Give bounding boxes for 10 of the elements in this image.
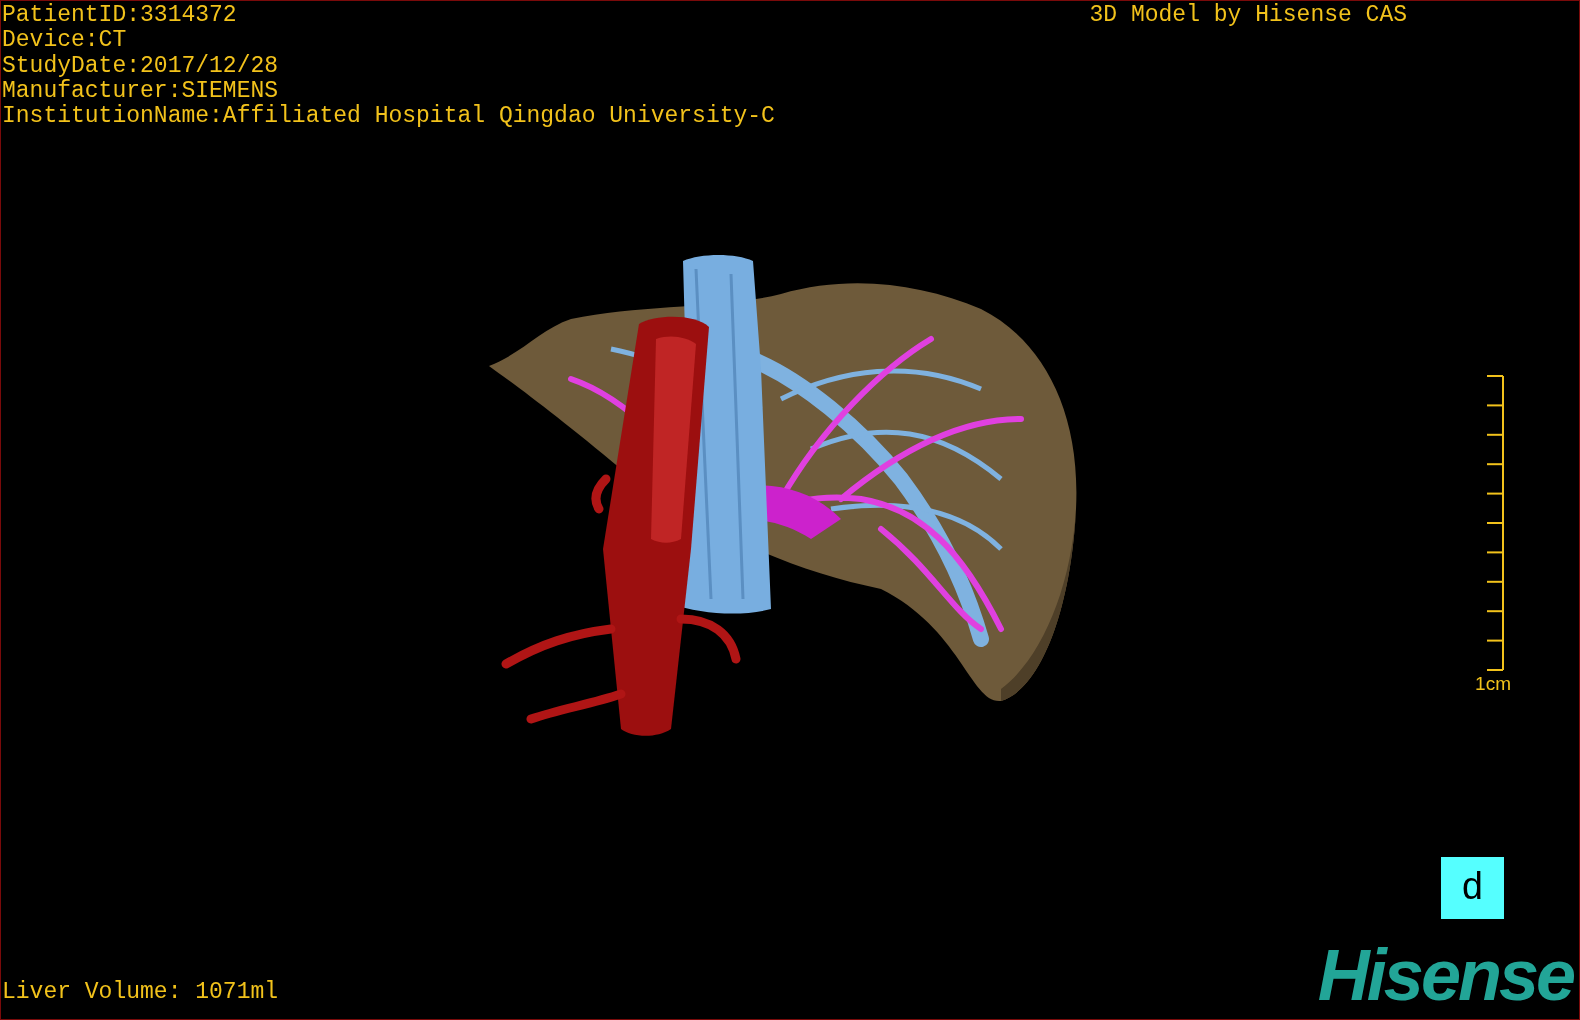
logo: Hisense <box>1317 945 1575 1005</box>
patient-info-line: Manufacturer:SIEMENS <box>2 78 280 104</box>
viewer-title: 3D Model by Hisense CAS <box>1089 3 1407 29</box>
view-button[interactable]: d <box>1441 857 1504 919</box>
liver-volume-text: Liver Volume: 1071ml <box>2 979 279 1005</box>
patient-info-line: InstitutionName:Affiliated Hospital Qingdao University-C <box>2 104 775 130</box>
patient-info-line: StudyDate:2017/12/28 <box>2 53 280 79</box>
scale-label: 1cm <box>1475 673 1511 696</box>
patient-info-line: PatientID:3314372 <box>2 3 238 28</box>
patient-info-line: Device:CT <box>2 28 128 54</box>
